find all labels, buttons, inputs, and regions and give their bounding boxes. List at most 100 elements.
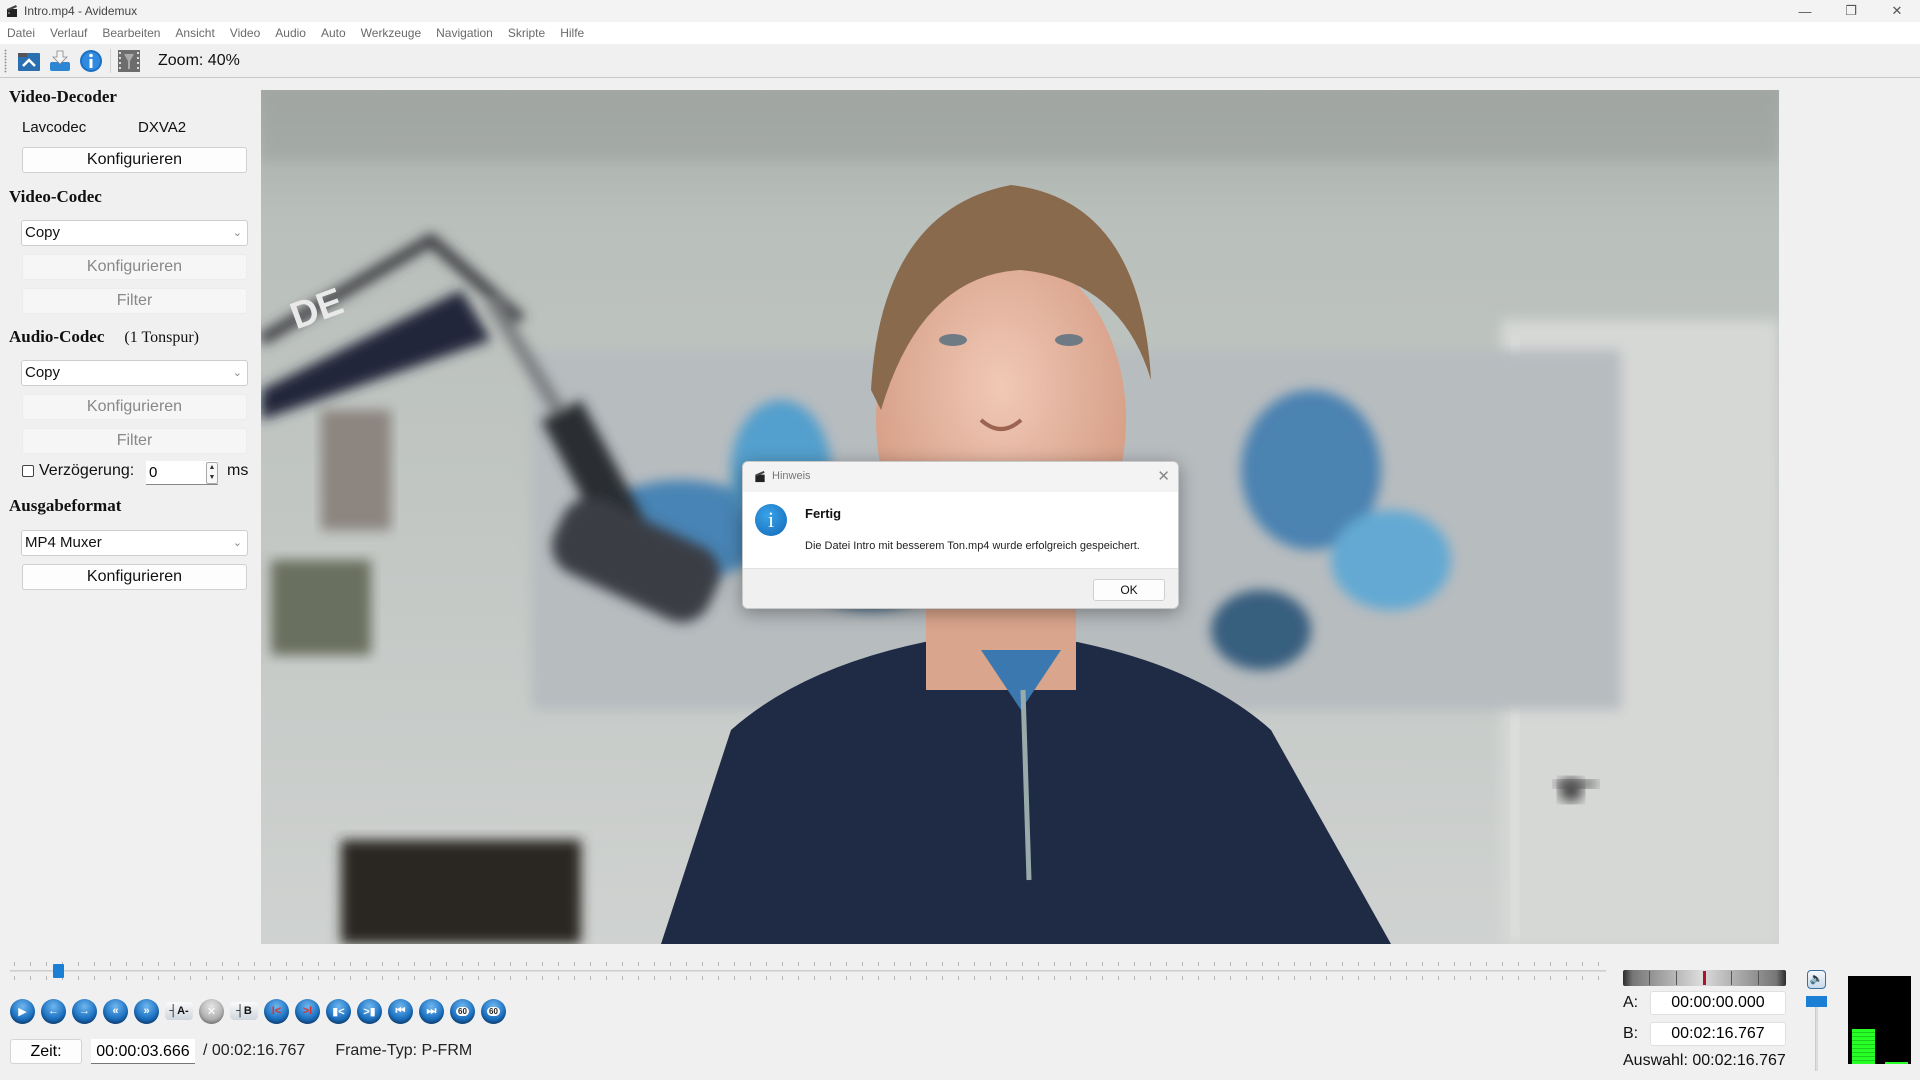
- previous-black-frame-icon: ▮<: [332, 1005, 345, 1018]
- previous-frame-button[interactable]: ←: [41, 998, 66, 1024]
- video-filter-icon[interactable]: [117, 49, 141, 73]
- marker-a-time[interactable]: 00:00:00.000: [1650, 991, 1786, 1015]
- restore-button[interactable]: ❐: [1828, 0, 1874, 22]
- output-format-select[interactable]: MP4 Muxer ⌄: [21, 530, 248, 556]
- audio-delay-checkbox[interactable]: [22, 465, 34, 477]
- menu-navigation[interactable]: Navigation: [436, 26, 493, 40]
- audio-codec-title-text: Audio-Codec: [9, 327, 105, 346]
- fast-forward-button[interactable]: »: [134, 998, 159, 1024]
- dialog-close-button[interactable]: ✕: [1157, 467, 1170, 485]
- settings-panel: Video-Decoder Lavcodec DXVA2 Konfigurier…: [0, 80, 255, 950]
- menu-auto[interactable]: Auto: [321, 26, 346, 40]
- menu-hilfe[interactable]: Hilfe: [560, 26, 584, 40]
- audio-codec-configure-button[interactable]: Konfigurieren: [22, 394, 247, 420]
- dialog-title: Hinweis: [772, 470, 811, 482]
- dialog-footer: OK: [743, 568, 1178, 608]
- menu-bearbeiten[interactable]: Bearbeiten: [102, 26, 160, 40]
- set-marker-a-icon: ┤A-: [169, 1005, 189, 1017]
- mute-button[interactable]: 🔈: [1807, 970, 1826, 989]
- rewind-icon: «: [112, 1005, 119, 1017]
- go-to-first-frame-button[interactable]: ⏮: [388, 998, 413, 1024]
- dialog-message: Die Datei Intro mit besserem Ton.mp4 wur…: [805, 540, 1140, 552]
- audio-delay-unit: ms: [227, 462, 249, 479]
- window-title: Intro.mp4 - Avidemux: [24, 4, 138, 18]
- jog-shuttle[interactable]: [1623, 970, 1786, 986]
- timeline-slider[interactable]: [10, 960, 1606, 982]
- video-filter-button[interactable]: Filter: [22, 288, 247, 314]
- info-dialog: Hinweis ✕ i Fertig Die Datei Intro mit b…: [742, 461, 1179, 609]
- open-video-icon[interactable]: [17, 49, 41, 73]
- video-codec-select[interactable]: Copy ⌄: [21, 220, 248, 246]
- volume-slider-track[interactable]: [1815, 1005, 1818, 1071]
- avidemux-app-icon: [754, 470, 766, 483]
- menu-ansicht[interactable]: Ansicht: [175, 26, 214, 40]
- playback-controls: ▶ ← → « » ┤A- ✕ ┤B I< >I ▮< >▮ ⏮ ⏭ 60 60: [10, 996, 512, 1026]
- go-to-first-frame-icon: ⏮: [395, 1004, 406, 1017]
- output-format-title: Ausgabeformat: [9, 496, 122, 515]
- menu-werkzeuge[interactable]: Werkzeuge: [361, 26, 421, 40]
- next-keyframe-button[interactable]: >I: [295, 998, 320, 1024]
- menu-datei[interactable]: Datei: [7, 26, 35, 40]
- minimize-button[interactable]: —: [1782, 0, 1828, 22]
- menu-skripte[interactable]: Skripte: [508, 26, 545, 40]
- audio-filter-button[interactable]: Filter: [22, 428, 247, 454]
- information-icon: i: [755, 504, 787, 536]
- avidemux-app-icon: [6, 4, 18, 18]
- video-codec-configure-button[interactable]: Konfigurieren: [22, 254, 247, 280]
- next-frame-icon: →: [79, 1005, 90, 1017]
- audio-level-meter: [1848, 976, 1911, 1064]
- menu-audio[interactable]: Audio: [275, 26, 306, 40]
- video-codec-title: Video-Codec: [9, 187, 102, 206]
- ok-button[interactable]: OK: [1093, 579, 1165, 601]
- title-bar: Intro.mp4 - Avidemux — ❐ ✕: [0, 0, 1920, 22]
- audio-track-count: (1 Tonspur): [124, 329, 199, 346]
- previous-keyframe-button[interactable]: I<: [264, 998, 289, 1024]
- next-black-frame-button[interactable]: >▮: [357, 998, 382, 1024]
- video-decoder-configure-button[interactable]: Konfigurieren: [22, 147, 247, 173]
- forward-60s-button[interactable]: 60: [481, 998, 506, 1024]
- slider-track[interactable]: [10, 970, 1606, 972]
- audio-meter-right-channel: [1885, 1062, 1908, 1064]
- audio-codec-value: Copy: [25, 364, 61, 381]
- next-black-frame-icon: >▮: [363, 1005, 376, 1018]
- spin-arrows-icon[interactable]: ▲ ▼: [206, 462, 218, 484]
- chevron-down-icon: ⌄: [232, 227, 242, 239]
- marker-b-time[interactable]: 00:02:16.767: [1650, 1022, 1786, 1046]
- forward-60s-icon: 60: [487, 1006, 500, 1016]
- previous-black-frame-button[interactable]: ▮<: [326, 998, 351, 1024]
- output-format-value: MP4 Muxer: [25, 534, 102, 551]
- toolbar-grip[interactable]: [4, 48, 7, 73]
- audio-codec-select[interactable]: Copy ⌄: [21, 360, 248, 386]
- jog-segment: [1676, 971, 1677, 985]
- output-format-configure-button[interactable]: Konfigurieren: [22, 564, 247, 590]
- save-video-icon[interactable]: [48, 49, 72, 73]
- rewind-button[interactable]: «: [103, 998, 128, 1024]
- audio-delay-value: 0: [149, 464, 158, 481]
- menu-verlauf[interactable]: Verlauf: [50, 26, 87, 40]
- audio-delay-spinbox[interactable]: 0 ▲ ▼: [146, 461, 218, 485]
- jog-needle: [1703, 971, 1706, 985]
- next-frame-button[interactable]: →: [72, 998, 97, 1024]
- go-to-time-button[interactable]: Zeit:: [10, 1038, 82, 1064]
- back-60s-icon: 60: [456, 1006, 469, 1016]
- set-marker-b-icon: ┤B: [236, 1005, 252, 1017]
- set-marker-b-button[interactable]: ┤B: [230, 1002, 258, 1020]
- play-icon: ▶: [18, 1005, 27, 1018]
- total-duration: / 00:02:16.767: [203, 1042, 306, 1059]
- slider-handle[interactable]: [53, 964, 65, 978]
- info-icon[interactable]: [79, 49, 103, 73]
- speaker-icon: 🔈: [1809, 973, 1824, 985]
- toolbar: Zoom: 40%: [0, 44, 1920, 78]
- clear-markers-button[interactable]: ✕: [199, 998, 224, 1024]
- menu-bar: Datei Verlauf Bearbeiten Ansicht Video A…: [0, 22, 1920, 44]
- time-row: Zeit: 00:00:03.666 / 00:02:16.767 Frame-…: [10, 1038, 472, 1064]
- go-to-last-frame-button[interactable]: ⏭: [419, 998, 444, 1024]
- set-marker-a-button[interactable]: ┤A-: [165, 1002, 193, 1020]
- play-button[interactable]: ▶: [10, 998, 35, 1024]
- close-button[interactable]: ✕: [1874, 0, 1920, 22]
- zoom-level: Zoom: 40%: [158, 51, 240, 69]
- current-time-field[interactable]: 00:00:03.666: [91, 1038, 195, 1064]
- menu-video[interactable]: Video: [230, 26, 260, 40]
- volume-slider-handle[interactable]: [1806, 996, 1827, 1007]
- back-60s-button[interactable]: 60: [450, 998, 475, 1024]
